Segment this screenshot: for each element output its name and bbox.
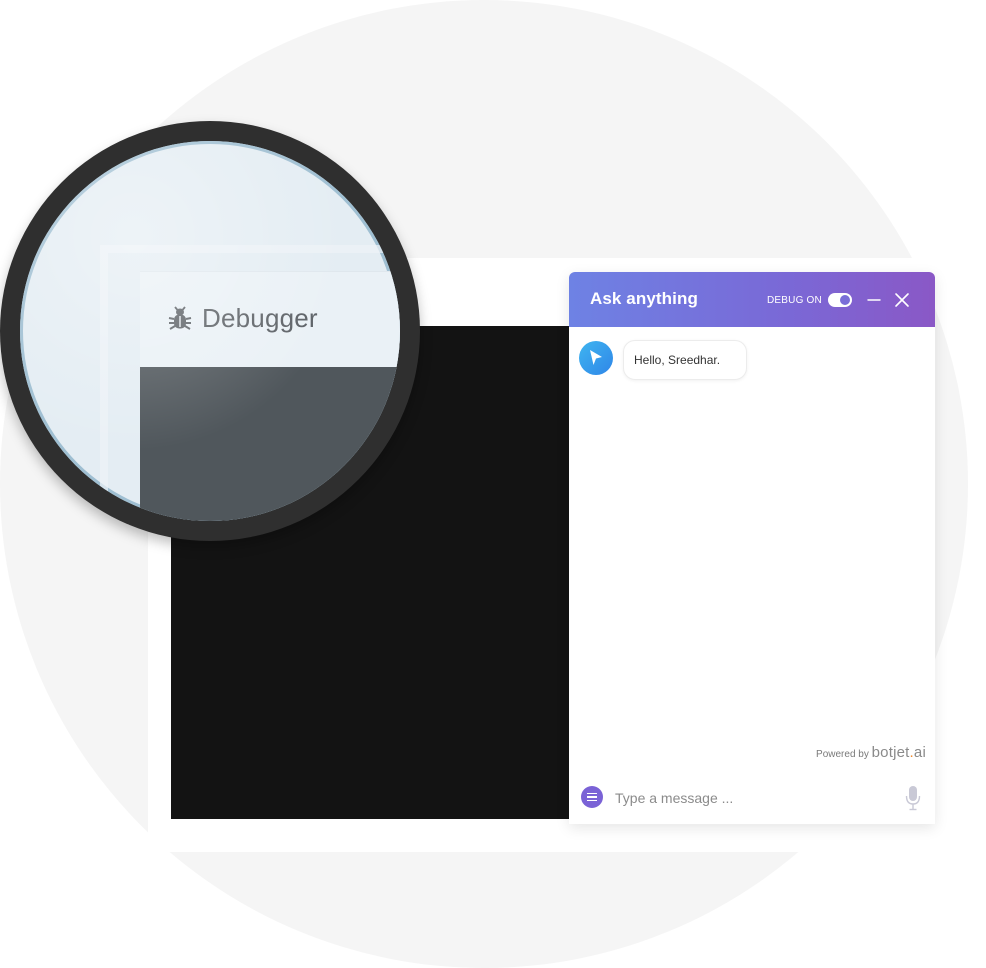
magnifier-lens: Debugger: [20, 141, 400, 521]
brand-logo: botjet.ai: [872, 744, 926, 761]
powered-by-label: Powered by: [816, 749, 869, 760]
toggle-knob: [840, 295, 850, 305]
debugger-heading: Debugger: [168, 303, 318, 334]
bot-message: Hello, Sreedhar.: [623, 340, 747, 380]
lens-app-canvas: [140, 367, 400, 521]
close-icon[interactable]: [894, 292, 910, 308]
brand-part-2: ai: [913, 744, 926, 761]
menu-icon[interactable]: [581, 786, 603, 808]
brand-part-1: botjet: [871, 744, 910, 761]
message-input[interactable]: [613, 786, 897, 810]
chat-widget: Ask anything DEBUG ON Hello, Sreedhar. P…: [569, 272, 935, 824]
debugger-label: Debugger: [202, 303, 318, 333]
chat-header: Ask anything DEBUG ON: [569, 272, 935, 327]
page: Ask anything DEBUG ON Hello, Sreedhar. P…: [0, 0, 986, 968]
minimize-icon[interactable]: [867, 290, 881, 310]
powered-by[interactable]: Powered by botjet.ai: [816, 744, 926, 761]
microphone-icon[interactable]: [905, 785, 921, 811]
debug-label: DEBUG ON: [767, 295, 822, 306]
debug-toggle[interactable]: [828, 293, 852, 307]
message-text: Hello, Sreedhar.: [634, 353, 721, 367]
bot-avatar-icon: [579, 341, 613, 375]
message-composer: [569, 772, 935, 824]
bug-icon: [168, 305, 192, 330]
chat-title: Ask anything: [590, 289, 698, 308]
magnifier: Debugger: [0, 121, 420, 541]
